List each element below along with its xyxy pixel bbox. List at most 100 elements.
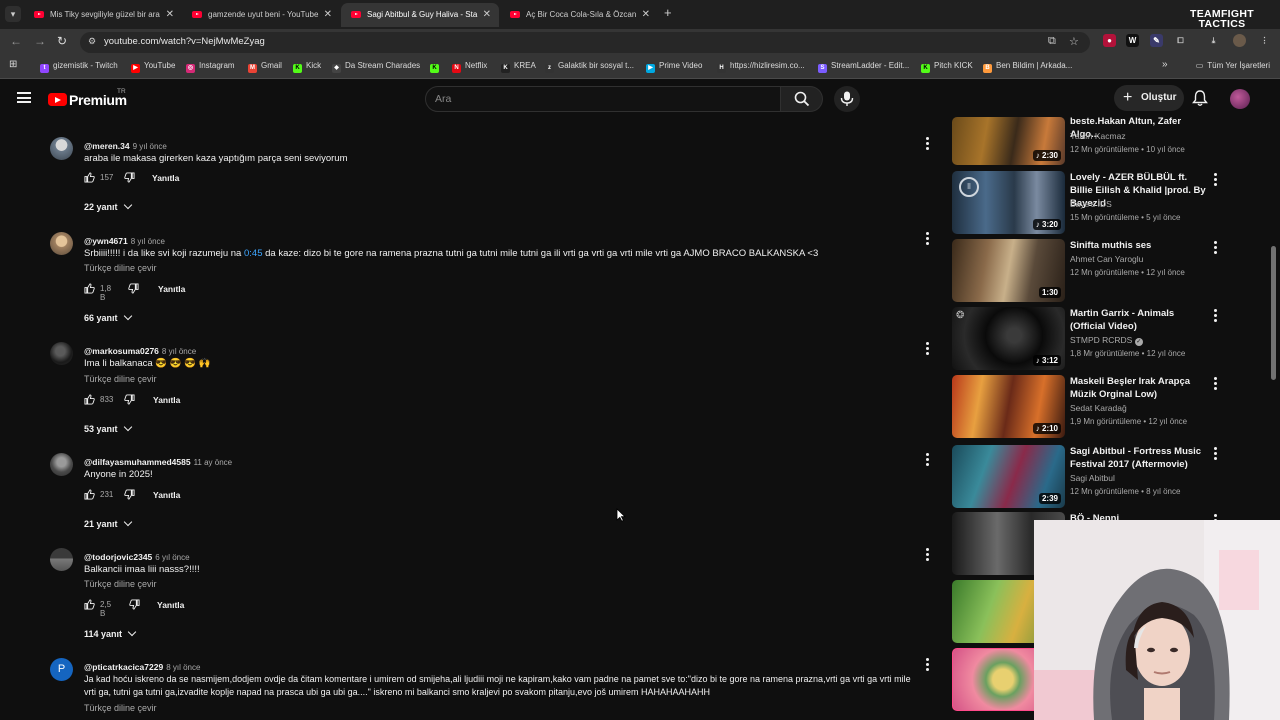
bookmark-item[interactable]: S StreamLadder - Edit... — [818, 61, 909, 73]
bookmark-item[interactable]: K Kick — [293, 61, 321, 73]
tab-search-button[interactable]: ▾ — [5, 6, 21, 22]
video-title[interactable]: Maskeli Beşler Irak Arapça Müzik Orginal… — [1070, 375, 1206, 401]
video-thumbnail[interactable]: ll ♪ 3:20 — [952, 171, 1065, 234]
install-app-icon[interactable]: ⧉ — [1048, 35, 1056, 48]
comment-time[interactable]: 8 yıl önce — [162, 347, 196, 356]
reply-button[interactable]: Yanıtla — [152, 173, 179, 183]
extension-icon[interactable]: W — [1126, 34, 1139, 47]
comment-menu-icon[interactable] — [926, 342, 930, 357]
like-icon[interactable] — [84, 394, 95, 405]
translate-link[interactable]: Türkçe diline çevir — [84, 374, 157, 384]
extensions-puzzle-icon[interactable]: ⧠ — [1174, 34, 1187, 47]
recommended-video[interactable]: 2:39 Sagi Abitbul - Fortress Music Festi… — [952, 445, 1222, 509]
comment-menu-icon[interactable] — [926, 548, 930, 563]
close-tab-icon[interactable]: ✕ — [642, 3, 650, 27]
dislike-icon[interactable] — [128, 283, 139, 294]
comment-author[interactable]: @ywn4671 — [84, 236, 128, 246]
video-thumbnail[interactable]: 2:39 — [952, 445, 1065, 508]
bookmark-item[interactable]: ▶ Prime Video — [646, 61, 702, 73]
bookmark-item[interactable]: ◎ Instagram — [186, 61, 235, 73]
new-tab-icon[interactable]: + — [664, 5, 672, 20]
channel-name[interactable]: Yalcin Kacmaz — [1070, 131, 1126, 141]
voice-search-button[interactable] — [834, 86, 860, 112]
commenter-avatar[interactable]: P — [50, 658, 73, 681]
like-icon[interactable] — [84, 172, 95, 183]
reply-button[interactable]: Yanıtla — [153, 490, 180, 500]
bookmark-item[interactable]: K — [430, 61, 443, 73]
bookmark-item[interactable]: K KREA — [501, 61, 536, 73]
close-tab-icon[interactable]: ✕ — [166, 3, 174, 27]
notifications-bell-icon[interactable] — [1192, 90, 1208, 110]
browser-tab[interactable]: Aç Bir Coca Cola-Sıla & Özcan ✕ — [500, 3, 658, 27]
forward-icon[interactable]: → — [34, 34, 46, 48]
comment-menu-icon[interactable] — [926, 453, 930, 468]
extension-icon[interactable]: ✎ — [1150, 34, 1163, 47]
extension-icon[interactable]: ● — [1103, 34, 1116, 47]
view-replies-button[interactable]: 114 yanıt — [84, 627, 137, 639]
back-icon[interactable]: ← — [10, 34, 22, 48]
dislike-icon[interactable] — [124, 489, 135, 500]
comment-time[interactable]: 6 yıl önce — [155, 553, 189, 562]
like-icon[interactable] — [84, 599, 95, 610]
bookmark-item[interactable]: N Netflix — [452, 61, 487, 73]
reload-icon[interactable]: ↻ — [57, 34, 67, 48]
comment-time[interactable]: 11 ay önce — [194, 458, 233, 467]
like-icon[interactable] — [84, 489, 95, 500]
view-replies-button[interactable]: 66 yanıt — [84, 311, 132, 323]
video-menu-icon[interactable] — [1214, 241, 1218, 256]
translate-link[interactable]: Türkçe diline çevir — [84, 579, 157, 589]
channel-name[interactable]: STMPD RCRDS ✓ — [1070, 335, 1143, 346]
account-avatar[interactable] — [1230, 89, 1250, 109]
recommended-video[interactable]: 1:30 Sinifta muthis ses Ahmet Can Yarogl… — [952, 239, 1222, 303]
channel-name[interactable]: Ahmet Can Yaroglu — [1070, 254, 1143, 264]
recommended-video[interactable]: ♪ 2:30 beste.Hakan Altun, Zafer Algo... … — [952, 116, 1222, 167]
search-button[interactable] — [781, 86, 823, 112]
comment-author[interactable]: @meren.34 — [84, 141, 130, 151]
video-title[interactable]: Sagi Abitbul - Fortress Music Festival 2… — [1070, 445, 1206, 471]
browser-tab[interactable]: gamzende uyut beni - YouTube ✕ — [182, 3, 340, 27]
browser-tab[interactable]: Mis Tiky sevgiliyle güzel bir ara ✕ — [24, 3, 182, 27]
search-input[interactable]: Ara — [425, 86, 781, 112]
comment-menu-icon[interactable] — [926, 232, 930, 247]
profile-avatar[interactable] — [1233, 34, 1246, 47]
browser-menu-icon[interactable]: ⋮ — [1258, 34, 1271, 47]
recommended-video[interactable]: ❂ ♪ 3:12 Martin Garrix - Animals (Offici… — [952, 307, 1222, 371]
create-button[interactable]: + Oluştur — [1114, 85, 1184, 111]
comment-author[interactable]: @dilfayasmuhammed4585 — [84, 457, 191, 467]
video-menu-icon[interactable] — [1214, 309, 1218, 324]
bookmarks-overflow-icon[interactable]: » — [1162, 59, 1168, 70]
address-bar[interactable]: ⚙ youtube.com/watch?v=NejMwMeZyag ⧉ ☆ — [80, 32, 1090, 53]
video-title[interactable]: Sinifta muthis ses — [1070, 239, 1206, 252]
reply-button[interactable]: Yanıtla — [158, 284, 185, 294]
commenter-avatar[interactable] — [50, 232, 73, 255]
download-icon[interactable]: ⤓ — [1207, 34, 1220, 47]
site-info-icon[interactable]: ⚙ — [88, 36, 99, 47]
video-menu-icon[interactable] — [1214, 377, 1218, 392]
apps-grid-icon[interactable]: ⊞ — [9, 59, 17, 70]
url-text[interactable]: youtube.com/watch?v=NejMwMeZyag — [104, 36, 265, 47]
translate-link[interactable]: Türkçe diline çevir — [84, 703, 157, 713]
channel-name[interactable]: Sagi Abitbul — [1070, 473, 1115, 483]
menu-hamburger-icon[interactable] — [17, 92, 31, 103]
translate-link[interactable]: Türkçe diline çevir — [84, 263, 157, 273]
video-thumbnail[interactable]: ❂ ♪ 3:12 — [952, 307, 1065, 370]
bookmark-item[interactable]: t gizemistik - Twitch — [40, 61, 118, 73]
commenter-avatar[interactable] — [50, 453, 73, 476]
close-tab-icon[interactable]: ✕ — [483, 3, 491, 27]
view-replies-button[interactable]: 22 yanıt — [84, 200, 132, 212]
video-title[interactable]: Martin Garrix - Animals (Official Video) — [1070, 307, 1206, 333]
comment-menu-icon[interactable] — [926, 658, 930, 673]
bookmark-item[interactable]: ◆ Da Stream Charades — [332, 61, 420, 73]
video-thumbnail[interactable]: 1:30 — [952, 239, 1065, 302]
dislike-icon[interactable] — [129, 599, 140, 610]
bookmark-item[interactable]: z Galaktik bir sosyal t... — [545, 61, 634, 73]
comment-author[interactable]: @pticatrkacica7229 — [84, 662, 163, 672]
bookmark-item[interactable]: K Pitch KICK — [921, 61, 973, 73]
comment-author[interactable]: @markosuma0276 — [84, 346, 159, 356]
bookmark-item[interactable]: M Gmail — [248, 61, 282, 73]
recommended-video[interactable]: ♪ 2:10 Maskeli Beşler Irak Arapça Müzik … — [952, 375, 1222, 439]
comment-menu-icon[interactable] — [926, 137, 930, 152]
dislike-icon[interactable] — [124, 172, 135, 183]
reply-button[interactable]: Yanıtla — [157, 600, 184, 610]
video-menu-icon[interactable] — [1214, 173, 1218, 188]
